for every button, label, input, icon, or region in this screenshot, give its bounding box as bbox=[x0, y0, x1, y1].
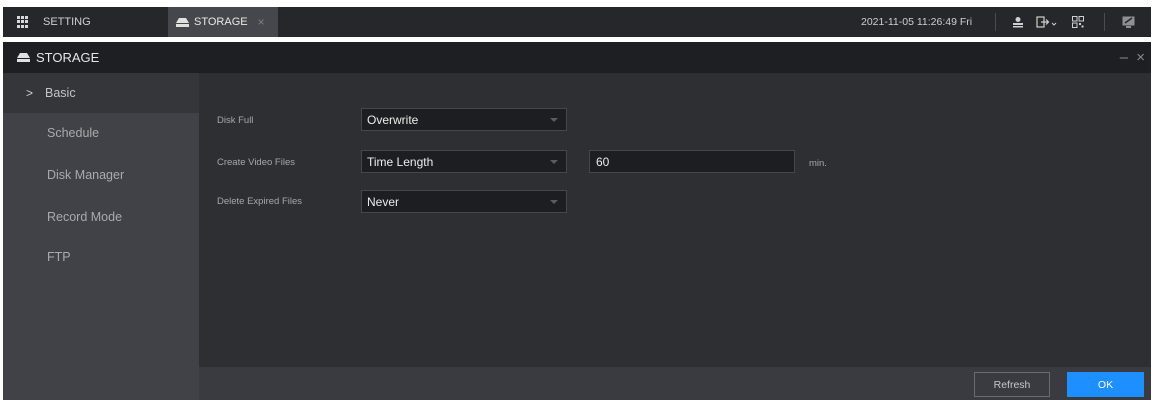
disk-full-label: Disk Full bbox=[217, 115, 254, 126]
panel-header: STORAGE – × bbox=[3, 42, 1151, 73]
drive-icon bbox=[176, 17, 189, 27]
ok-button[interactable]: OK bbox=[1067, 372, 1144, 397]
panel-title: STORAGE bbox=[36, 50, 100, 65]
storage-panel: STORAGE – × > Basic Schedule Disk Manage… bbox=[3, 42, 1151, 400]
tab-setting-label: SETTING bbox=[43, 16, 91, 28]
dropdown-arrow-icon bbox=[550, 160, 558, 164]
refresh-button[interactable]: Refresh bbox=[974, 372, 1050, 397]
minimize-screen-icon[interactable] bbox=[1113, 7, 1143, 37]
sidebar-item-label: Record Mode bbox=[47, 210, 123, 224]
window-controls[interactable]: – × bbox=[1120, 49, 1147, 66]
create-video-files-select[interactable]: Time Length bbox=[361, 150, 567, 173]
create-video-files-value: Time Length bbox=[367, 154, 434, 169]
tab-storage[interactable]: STORAGE × bbox=[168, 7, 278, 37]
divider bbox=[995, 13, 996, 31]
time-length-value: 60 bbox=[596, 154, 610, 169]
user-icon[interactable] bbox=[1007, 7, 1029, 37]
sidebar: > Basic Schedule Disk Manager Record Mod… bbox=[3, 73, 199, 400]
create-video-files-label: Create Video Files bbox=[217, 157, 295, 168]
sidebar-item-label: Schedule bbox=[47, 126, 100, 140]
sidebar-item-label: Basic bbox=[45, 86, 76, 100]
divider bbox=[1104, 13, 1105, 31]
grid-menu-icon bbox=[17, 16, 29, 28]
sidebar-item-label: Disk Manager bbox=[47, 168, 125, 182]
dropdown-arrow-icon bbox=[550, 118, 558, 122]
app-window: SETTING STORAGE × 2021-11-05 11:26:49 Fr… bbox=[0, 0, 1154, 400]
close-tab-icon[interactable]: × bbox=[258, 15, 265, 29]
sidebar-item-basic[interactable]: > Basic bbox=[3, 73, 199, 113]
delete-expired-files-value: Never bbox=[367, 194, 400, 209]
chevron-right-icon: > bbox=[26, 86, 34, 100]
sidebar-item-ftp[interactable]: FTP bbox=[3, 237, 199, 277]
time-length-input[interactable]: 60 bbox=[589, 150, 795, 173]
disk-full-select[interactable]: Overwrite bbox=[361, 108, 567, 131]
drive-icon bbox=[17, 53, 30, 62]
time-unit-label: min. bbox=[809, 158, 827, 169]
delete-expired-files-label: Delete Expired Files bbox=[217, 196, 303, 207]
tab-setting[interactable]: SETTING bbox=[3, 7, 166, 37]
sidebar-item-disk-manager[interactable]: Disk Manager bbox=[3, 155, 199, 195]
top-bar: SETTING STORAGE × 2021-11-05 11:26:49 Fr… bbox=[3, 7, 1151, 37]
disk-full-value: Overwrite bbox=[367, 112, 419, 127]
tab-storage-label: STORAGE bbox=[194, 16, 248, 28]
sidebar-item-record-mode[interactable]: Record Mode bbox=[3, 197, 199, 237]
qr-code-icon[interactable] bbox=[1067, 7, 1089, 37]
logout-icon[interactable] bbox=[1031, 7, 1063, 37]
dropdown-arrow-icon bbox=[550, 200, 558, 204]
content-area: Disk Full Overwrite Create Video Files T… bbox=[199, 73, 1151, 367]
footer-bar: Refresh OK bbox=[199, 367, 1151, 400]
datetime-display: 2021-11-05 11:26:49 Fri bbox=[861, 16, 973, 28]
sidebar-item-schedule[interactable]: Schedule bbox=[3, 113, 199, 153]
delete-expired-files-select[interactable]: Never bbox=[361, 190, 567, 213]
sidebar-item-label: FTP bbox=[47, 250, 71, 264]
